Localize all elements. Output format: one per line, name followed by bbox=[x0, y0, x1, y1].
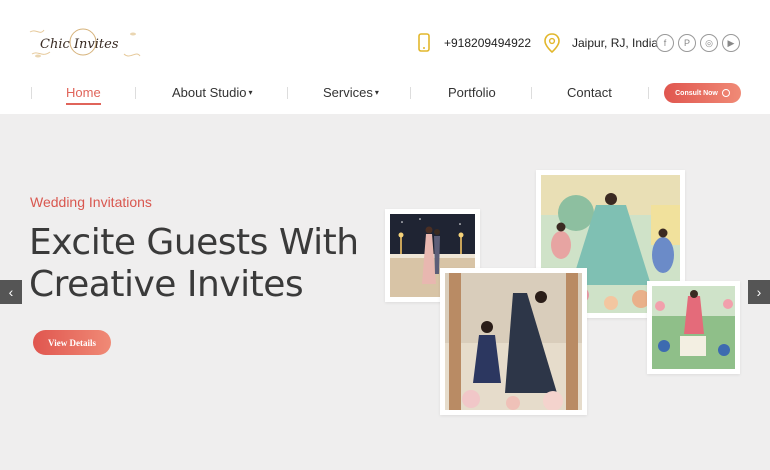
youtube-icon[interactable]: ▶ bbox=[722, 34, 740, 52]
social-links: f P ◎ ▶ bbox=[656, 34, 740, 52]
nav-item-home[interactable]: Home bbox=[66, 85, 101, 105]
nav-item-about-studio[interactable]: About Studio ▾ bbox=[172, 85, 252, 105]
header: Chic Invites +918209494922 Jaipur, RJ, I… bbox=[0, 0, 770, 80]
instagram-icon[interactable]: ◎ bbox=[700, 34, 718, 52]
consult-now-button[interactable]: Consult Now bbox=[664, 83, 741, 103]
chevron-down-icon: ▾ bbox=[248, 88, 253, 97]
hero-headline-line2: Creative Invites bbox=[29, 264, 304, 305]
location-contact[interactable]: Jaipur, RJ, India bbox=[542, 32, 658, 54]
facebook-icon[interactable]: f bbox=[656, 34, 674, 52]
clock-icon bbox=[721, 89, 730, 97]
nav-item-services[interactable]: Services ▾ bbox=[323, 85, 379, 105]
phone-icon bbox=[414, 32, 434, 54]
view-details-button[interactable]: View Details bbox=[33, 330, 111, 355]
nav-item-portfolio[interactable]: Portfolio bbox=[448, 85, 496, 105]
slider-prev-arrow[interactable]: ‹ bbox=[0, 280, 22, 304]
nav-divider bbox=[31, 87, 32, 99]
slider-next-arrow[interactable]: › bbox=[748, 280, 770, 304]
nav-divider bbox=[410, 87, 411, 99]
hero-subtitle: Wedding Invitations bbox=[30, 194, 152, 210]
pinterest-icon[interactable]: P bbox=[678, 34, 696, 52]
nav-divider bbox=[135, 87, 136, 99]
phone-contact[interactable]: +918209494922 bbox=[414, 32, 531, 54]
location-text: Jaipur, RJ, India bbox=[572, 36, 659, 50]
invite-illustration-proposal bbox=[440, 268, 587, 415]
hero-slider: Wedding Invitations Excite Guests With C… bbox=[0, 114, 770, 470]
invite-illustration-garden-wedding bbox=[647, 281, 740, 374]
consult-label: Consult Now bbox=[675, 89, 718, 97]
logo[interactable]: Chic Invites bbox=[28, 24, 142, 64]
phone-number: +918209494922 bbox=[444, 36, 532, 50]
nav-divider bbox=[648, 87, 649, 99]
logo-graphic: Chic Invites bbox=[29, 28, 141, 58]
chevron-down-icon: ▾ bbox=[374, 88, 379, 97]
nav-divider bbox=[531, 87, 532, 99]
hero-headline: Excite Guests With Creative Invites bbox=[29, 222, 359, 306]
nav-item-label: Services bbox=[323, 85, 373, 100]
main-nav: Home About Studio ▾ Services ▾ Portfolio C… bbox=[0, 80, 770, 114]
nav-item-label: About Studio bbox=[172, 85, 247, 100]
nav-divider bbox=[287, 87, 288, 99]
logo-text: Chic Invites bbox=[40, 37, 119, 52]
hero-headline-line1: Excite Guests With bbox=[29, 222, 359, 263]
location-pin-icon bbox=[542, 32, 562, 54]
nav-item-contact[interactable]: Contact bbox=[567, 85, 612, 105]
